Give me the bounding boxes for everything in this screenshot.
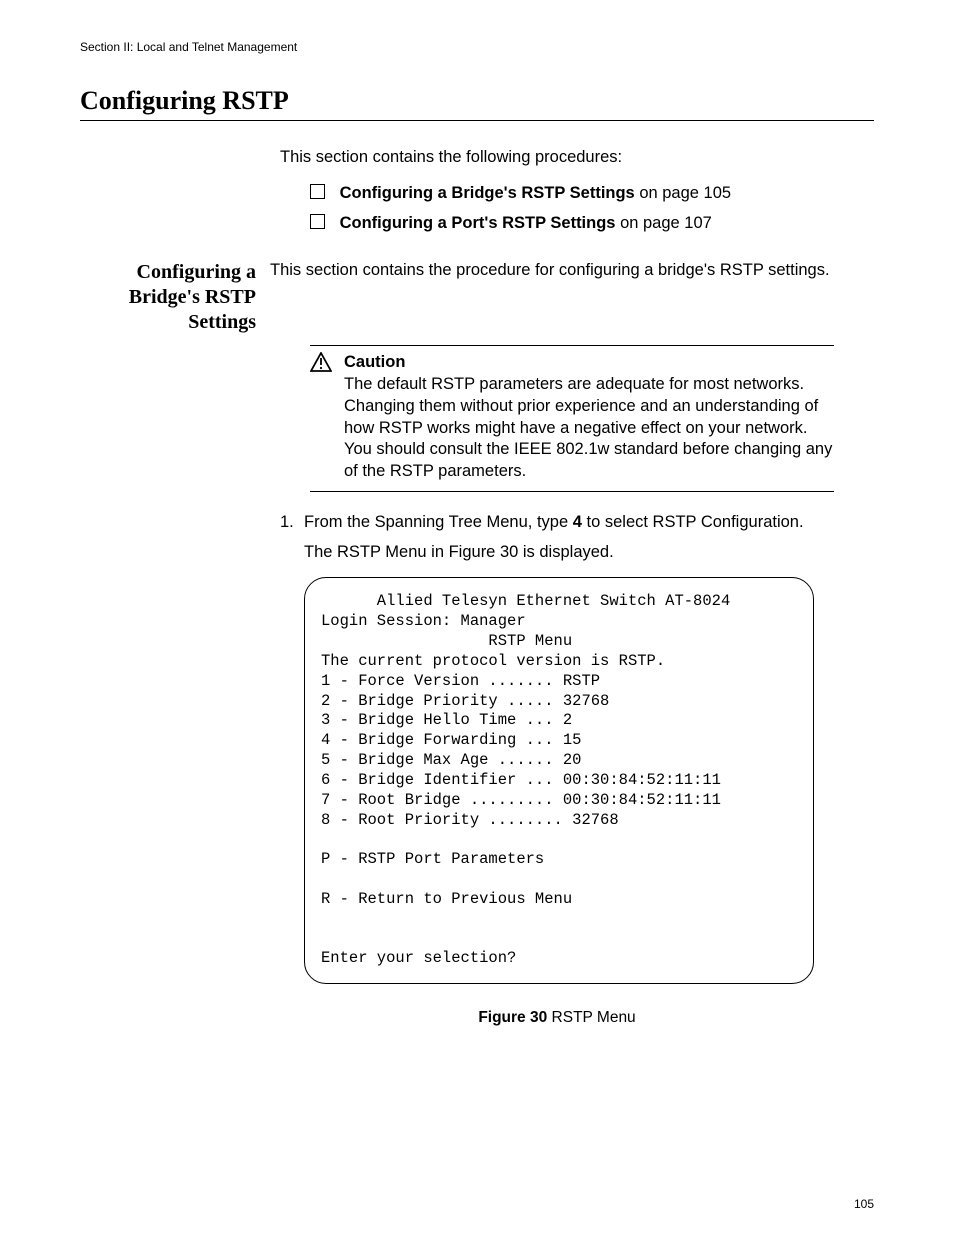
term-header: Allied Telesyn Ethernet Switch AT-8024 <box>321 592 730 610</box>
toc-item: Configuring a Bridge's RSTP Settings on … <box>310 183 874 205</box>
title-rule <box>80 120 874 121</box>
caution-label: Caution <box>344 352 834 374</box>
step-bold: 4 <box>573 513 582 531</box>
step-post: to select RSTP Configuration. <box>582 513 804 531</box>
term-item: 4 - Bridge Forwarding ... 15 <box>321 731 581 749</box>
toc-list: Configuring a Bridge's RSTP Settings on … <box>310 183 874 235</box>
running-header: Section II: Local and Telnet Management <box>80 40 874 54</box>
figure-caption: Figure 30 RSTP Menu <box>280 1008 834 1028</box>
body-content: This section contains the following proc… <box>80 147 874 1029</box>
term-item: 1 - Force Version ....... RSTP <box>321 672 600 690</box>
caution-text: The default RSTP parameters are adequate… <box>344 374 834 483</box>
checkbox-icon <box>310 184 325 199</box>
term-login: Login Session: Manager <box>321 612 526 630</box>
toc-link-suffix: on page 105 <box>635 184 731 202</box>
terminal-wrap: Allied Telesyn Ethernet Switch AT-8024 L… <box>304 577 814 984</box>
page: Section II: Local and Telnet Management … <box>0 0 954 1235</box>
figure-text: RSTP Menu <box>547 1009 635 1026</box>
step-number: 1. <box>280 512 304 534</box>
side-heading-row: Configuring a Bridge's RSTP Settings Thi… <box>80 260 874 335</box>
term-item: 8 - Root Priority ........ 32768 <box>321 811 619 829</box>
step-text: From the Spanning Tree Menu, type 4 to s… <box>304 512 834 534</box>
intro-text: This section contains the following proc… <box>280 147 874 169</box>
step-1: 1. From the Spanning Tree Menu, type 4 t… <box>280 512 834 534</box>
step-pre: From the Spanning Tree Menu, type <box>304 513 573 531</box>
page-title: Configuring RSTP <box>80 86 874 116</box>
page-number: 105 <box>854 1197 874 1211</box>
term-item: 2 - Bridge Priority ..... 32768 <box>321 692 609 710</box>
toc-link-suffix: on page 107 <box>615 214 711 232</box>
toc-item: Configuring a Port's RSTP Settings on pa… <box>310 213 874 235</box>
toc-link-title: Configuring a Port's RSTP Settings <box>340 214 616 232</box>
step-1-result: The RSTP Menu in Figure 30 is displayed. <box>304 542 834 564</box>
figure-label: Figure 30 <box>478 1009 547 1026</box>
warning-icon <box>310 352 338 379</box>
term-r-line: R - Return to Previous Menu <box>321 890 572 908</box>
side-intro: This section contains the procedure for … <box>270 260 874 282</box>
term-proto: The current protocol version is RSTP. <box>321 652 665 670</box>
term-prompt: Enter your selection? <box>321 949 516 967</box>
term-menu-title: RSTP Menu <box>321 632 572 650</box>
checkbox-icon <box>310 214 325 229</box>
terminal-screen: Allied Telesyn Ethernet Switch AT-8024 L… <box>304 577 814 984</box>
term-item: 7 - Root Bridge ......... 00:30:84:52:11… <box>321 791 721 809</box>
term-item: 5 - Bridge Max Age ...... 20 <box>321 751 581 769</box>
term-item: 6 - Bridge Identifier ... 00:30:84:52:11… <box>321 771 721 789</box>
side-heading: Configuring a Bridge's RSTP Settings <box>80 260 270 335</box>
caution-text-wrap: Caution The default RSTP parameters are … <box>344 352 834 483</box>
term-p-line: P - RSTP Port Parameters <box>321 850 544 868</box>
toc-link-title: Configuring a Bridge's RSTP Settings <box>340 184 635 202</box>
term-item: 3 - Bridge Hello Time ... 2 <box>321 711 572 729</box>
caution-block: Caution The default RSTP parameters are … <box>310 345 834 492</box>
